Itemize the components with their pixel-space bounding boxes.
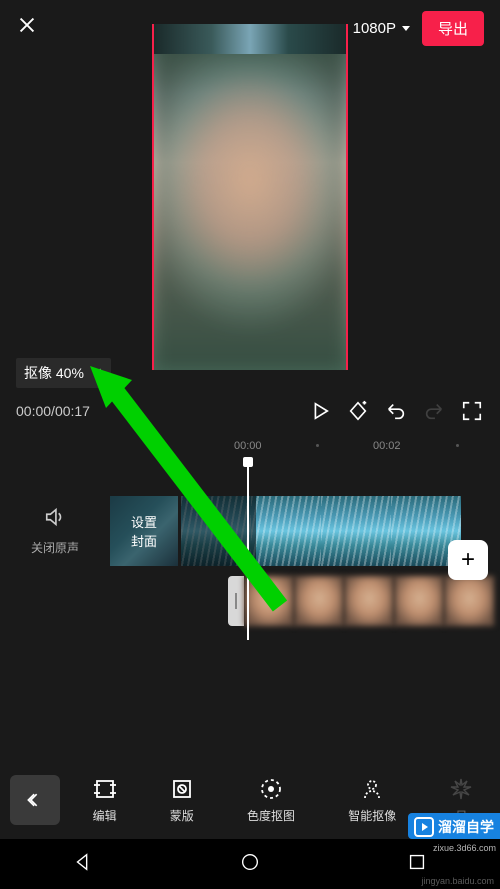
- redo-button: [422, 399, 446, 423]
- set-cover-button[interactable]: 设置 封面: [110, 496, 178, 566]
- clip-dim-overlay: [181, 496, 256, 566]
- source-watermark: jingyan.baidu.com: [421, 876, 494, 886]
- overlay-thumbnail: [444, 576, 494, 626]
- speaker-icon: [44, 506, 66, 533]
- nav-home-button[interactable]: [239, 851, 261, 878]
- keyframe-button[interactable]: [346, 399, 370, 423]
- chevron-down-icon: [402, 26, 410, 31]
- overlay-thumbnail: [244, 576, 294, 626]
- resolution-selector[interactable]: 1080P: [353, 20, 410, 37]
- time-display: 00:00/00:17: [16, 403, 90, 419]
- clip-handle[interactable]: [228, 576, 244, 626]
- cutout-progress-label: 抠像 40%: [24, 363, 84, 383]
- mute-original-audio[interactable]: 关闭原声: [0, 506, 110, 556]
- playhead[interactable]: [247, 460, 249, 640]
- tool-edit-label: 编辑: [93, 807, 117, 824]
- watermark-url: zixue.3d66.com: [433, 843, 496, 853]
- watermark-badge: 溜溜自学 zixue.3d66.com: [408, 813, 500, 839]
- overlay-thumbnail: [344, 576, 394, 626]
- tool-smart-cutout-label: 智能抠像: [348, 807, 396, 824]
- tool-chroma-key[interactable]: 色度抠图: [243, 777, 299, 824]
- export-button[interactable]: 导出: [422, 11, 484, 46]
- resolution-value: 1080P: [353, 20, 396, 37]
- tool-edit[interactable]: 编辑: [89, 777, 121, 824]
- nav-back-button[interactable]: [72, 851, 94, 878]
- timeline-area[interactable]: 关闭原声 设置 封面 +: [0, 460, 500, 660]
- playback-controls: 00:00/00:17: [0, 386, 500, 436]
- cutout-progress-tag: 抠像 40% ✕: [16, 358, 111, 388]
- play-badge-icon: [414, 817, 434, 837]
- fullscreen-button[interactable]: [460, 399, 484, 423]
- close-button[interactable]: [16, 14, 38, 43]
- ruler-dot: [316, 444, 319, 447]
- video-preview[interactable]: [152, 24, 348, 370]
- tool-mask-label: 蒙版: [170, 807, 194, 824]
- clip-thumbnail: [251, 496, 321, 566]
- toolbar-back-button[interactable]: [10, 775, 60, 825]
- preview-area: 抠像 40% ✕: [0, 56, 500, 386]
- nav-recents-button[interactable]: [406, 851, 428, 878]
- watermark-brand: 溜溜自学: [438, 817, 494, 837]
- mute-label: 关闭原声: [31, 539, 79, 556]
- tool-smart-cutout[interactable]: 智能抠像: [344, 777, 400, 824]
- undo-button[interactable]: [384, 399, 408, 423]
- add-clip-button[interactable]: +: [448, 540, 488, 580]
- overlay-track[interactable]: [228, 576, 494, 626]
- tool-chroma-label: 色度抠图: [247, 807, 295, 824]
- clip-thumbnail: [321, 496, 391, 566]
- ruler-time-1: 00:02: [373, 440, 401, 452]
- overlay-thumbnail: [394, 576, 444, 626]
- tool-mask[interactable]: 蒙版: [166, 777, 198, 824]
- ruler-dot: [456, 444, 459, 447]
- play-button[interactable]: [308, 399, 332, 423]
- overlay-thumbnail: [294, 576, 344, 626]
- close-icon[interactable]: ✕: [92, 365, 103, 381]
- ruler-time-0: 00:00: [234, 440, 262, 452]
